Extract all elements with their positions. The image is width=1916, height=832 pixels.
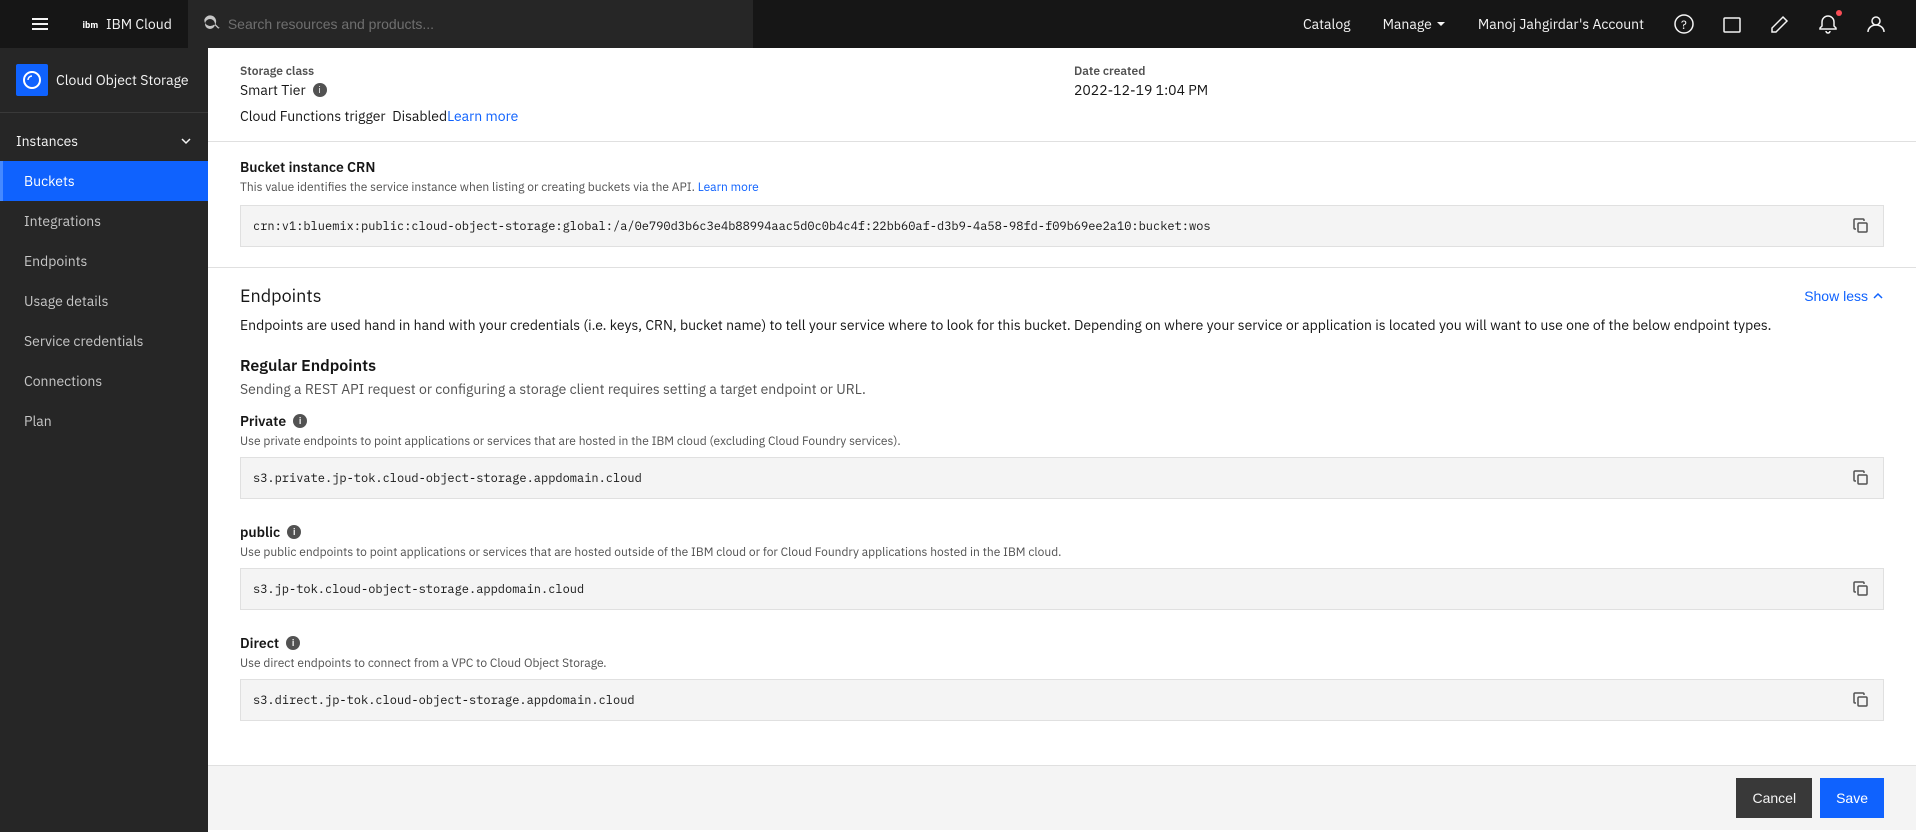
topnav-actions: ? — [1660, 0, 1900, 48]
direct-endpoint-title: Direct i — [240, 634, 1884, 652]
instances-chevron-icon — [180, 135, 192, 147]
date-created-value: 2022-12-19 1:04 PM — [1074, 81, 1884, 99]
top-nav-links: Catalog Manage — [1287, 0, 1462, 48]
private-endpoint-value: s3.private.jp-tok.cloud-object-storage.a… — [253, 471, 1843, 486]
menu-toggle-button[interactable] — [16, 0, 64, 48]
storage-class-label: Storage class — [240, 64, 1050, 79]
help-icon[interactable]: ? — [1660, 0, 1708, 48]
main-content: Storage class Smart Tier i Cloud Functio… — [208, 48, 1916, 832]
search-icon — [204, 14, 220, 34]
account-menu[interactable]: Manoj Jahgirdar's Account — [1462, 0, 1660, 48]
endpoints-title: Endpoints — [240, 284, 322, 307]
crn-code-field: crn:v1:bluemix:public:cloud-object-stora… — [240, 205, 1884, 247]
sidebar-divider — [0, 112, 208, 113]
notification-badge — [1836, 10, 1842, 16]
ibm-cloud-brand: ibm IBM Cloud — [64, 14, 188, 34]
date-created-label: Date created — [1074, 64, 1884, 79]
cf-learn-more-link[interactable]: Learn more — [447, 107, 518, 125]
cancel-button[interactable]: Cancel — [1736, 778, 1812, 818]
sidebar-item-integrations[interactable]: Integrations — [0, 201, 208, 241]
sidebar-item-service-credentials[interactable]: Service credentials — [0, 321, 208, 361]
direct-endpoint-field: s3.direct.jp-tok.cloud-object-storage.ap… — [240, 679, 1884, 721]
public-endpoint-title: public i — [240, 523, 1884, 541]
top-navigation: ibm IBM Cloud Catalog Manage Manoj Jahgi… — [0, 0, 1916, 48]
date-created-row: Date created 2022-12-19 1:04 PM — [1074, 64, 1884, 125]
catalog-link[interactable]: Catalog — [1287, 0, 1367, 48]
sidebar: Cloud Object Storage Instances Buckets I… — [0, 48, 208, 832]
private-info-icon[interactable]: i — [293, 414, 307, 428]
edit-icon[interactable] — [1756, 0, 1804, 48]
public-endpoint-desc: Use public endpoints to point applicatio… — [240, 545, 1884, 560]
bucket-crn-desc: This value identifies the service instan… — [240, 180, 1884, 195]
sidebar-item-plan[interactable]: Plan — [0, 401, 208, 441]
save-button[interactable]: Save — [1820, 778, 1884, 818]
direct-endpoint-group: Direct i Use direct endpoints to connect… — [240, 634, 1884, 721]
cloud-object-storage-icon — [16, 64, 48, 96]
public-endpoint-group: public i Use public endpoints to point a… — [240, 523, 1884, 610]
show-less-button[interactable]: Show less — [1804, 288, 1884, 304]
endpoints-header: Endpoints Show less — [240, 284, 1884, 307]
cf-trigger-row: Cloud Functions trigger DisabledLearn mo… — [240, 107, 1050, 125]
user-avatar[interactable] — [1852, 0, 1900, 48]
sidebar-item-connections[interactable]: Connections — [0, 361, 208, 401]
private-endpoint-title: Private i — [240, 412, 1884, 430]
app-body: Cloud Object Storage Instances Buckets I… — [0, 48, 1916, 832]
endpoints-section: Endpoints Show less Endpoints are used h… — [208, 268, 1916, 765]
storage-class-info-icon[interactable]: i — [313, 83, 327, 97]
manage-chevron-icon — [1436, 19, 1446, 29]
regular-endpoints-desc: Sending a REST API request or configurin… — [240, 380, 1884, 398]
public-endpoint-value: s3.jp-tok.cloud-object-storage.appdomain… — [253, 582, 1843, 597]
storage-class-row: Storage class Smart Tier i Cloud Functio… — [240, 64, 1050, 125]
private-copy-button[interactable] — [1851, 468, 1871, 488]
bucket-crn-section: Bucket instance CRN This value identifie… — [208, 142, 1916, 268]
direct-copy-button[interactable] — [1851, 690, 1871, 710]
calendar-icon[interactable] — [1708, 0, 1756, 48]
search-input[interactable] — [228, 16, 738, 32]
storage-meta-section: Storage class Smart Tier i Cloud Functio… — [208, 48, 1916, 142]
notifications-icon[interactable] — [1804, 0, 1852, 48]
crn-value: crn:v1:bluemix:public:cloud-object-stora… — [253, 219, 1843, 234]
endpoints-description: Endpoints are used hand in hand with you… — [240, 315, 1884, 336]
crn-copy-button[interactable] — [1851, 216, 1871, 236]
bucket-crn-title: Bucket instance CRN — [240, 158, 1884, 176]
sidebar-brand: Cloud Object Storage — [0, 48, 208, 104]
sidebar-brand-text: Cloud Object Storage — [56, 71, 189, 89]
svg-text:ibm: ibm — [83, 20, 99, 31]
direct-endpoint-value: s3.direct.jp-tok.cloud-object-storage.ap… — [253, 693, 1843, 708]
direct-endpoint-desc: Use direct endpoints to connect from a V… — [240, 656, 1884, 671]
private-endpoint-field: s3.private.jp-tok.cloud-object-storage.a… — [240, 457, 1884, 499]
bottom-action-bar: Cancel Save — [208, 765, 1916, 830]
private-endpoint-group: Private i Use private endpoints to point… — [240, 412, 1884, 499]
brand-label: IBM Cloud — [106, 15, 172, 33]
public-copy-button[interactable] — [1851, 579, 1871, 599]
public-info-icon[interactable]: i — [287, 525, 301, 539]
crn-learn-more-link[interactable]: Learn more — [698, 180, 759, 195]
search-bar[interactable] — [188, 0, 754, 48]
sidebar-instances-section[interactable]: Instances — [0, 121, 208, 161]
show-less-chevron-icon — [1872, 290, 1884, 302]
private-endpoint-desc: Use private endpoints to point applicati… — [240, 434, 1884, 449]
sidebar-item-endpoints[interactable]: Endpoints — [0, 241, 208, 281]
manage-link[interactable]: Manage — [1367, 0, 1462, 48]
storage-class-value: Smart Tier i — [240, 81, 1050, 99]
svg-text:?: ? — [1681, 18, 1687, 33]
regular-endpoints-title: Regular Endpoints — [240, 356, 1884, 376]
regular-endpoints-group: Regular Endpoints Sending a REST API req… — [240, 356, 1884, 721]
sidebar-item-buckets[interactable]: Buckets — [0, 161, 208, 201]
sidebar-item-usage-details[interactable]: Usage details — [0, 281, 208, 321]
public-endpoint-field: s3.jp-tok.cloud-object-storage.appdomain… — [240, 568, 1884, 610]
direct-info-icon[interactable]: i — [286, 636, 300, 650]
